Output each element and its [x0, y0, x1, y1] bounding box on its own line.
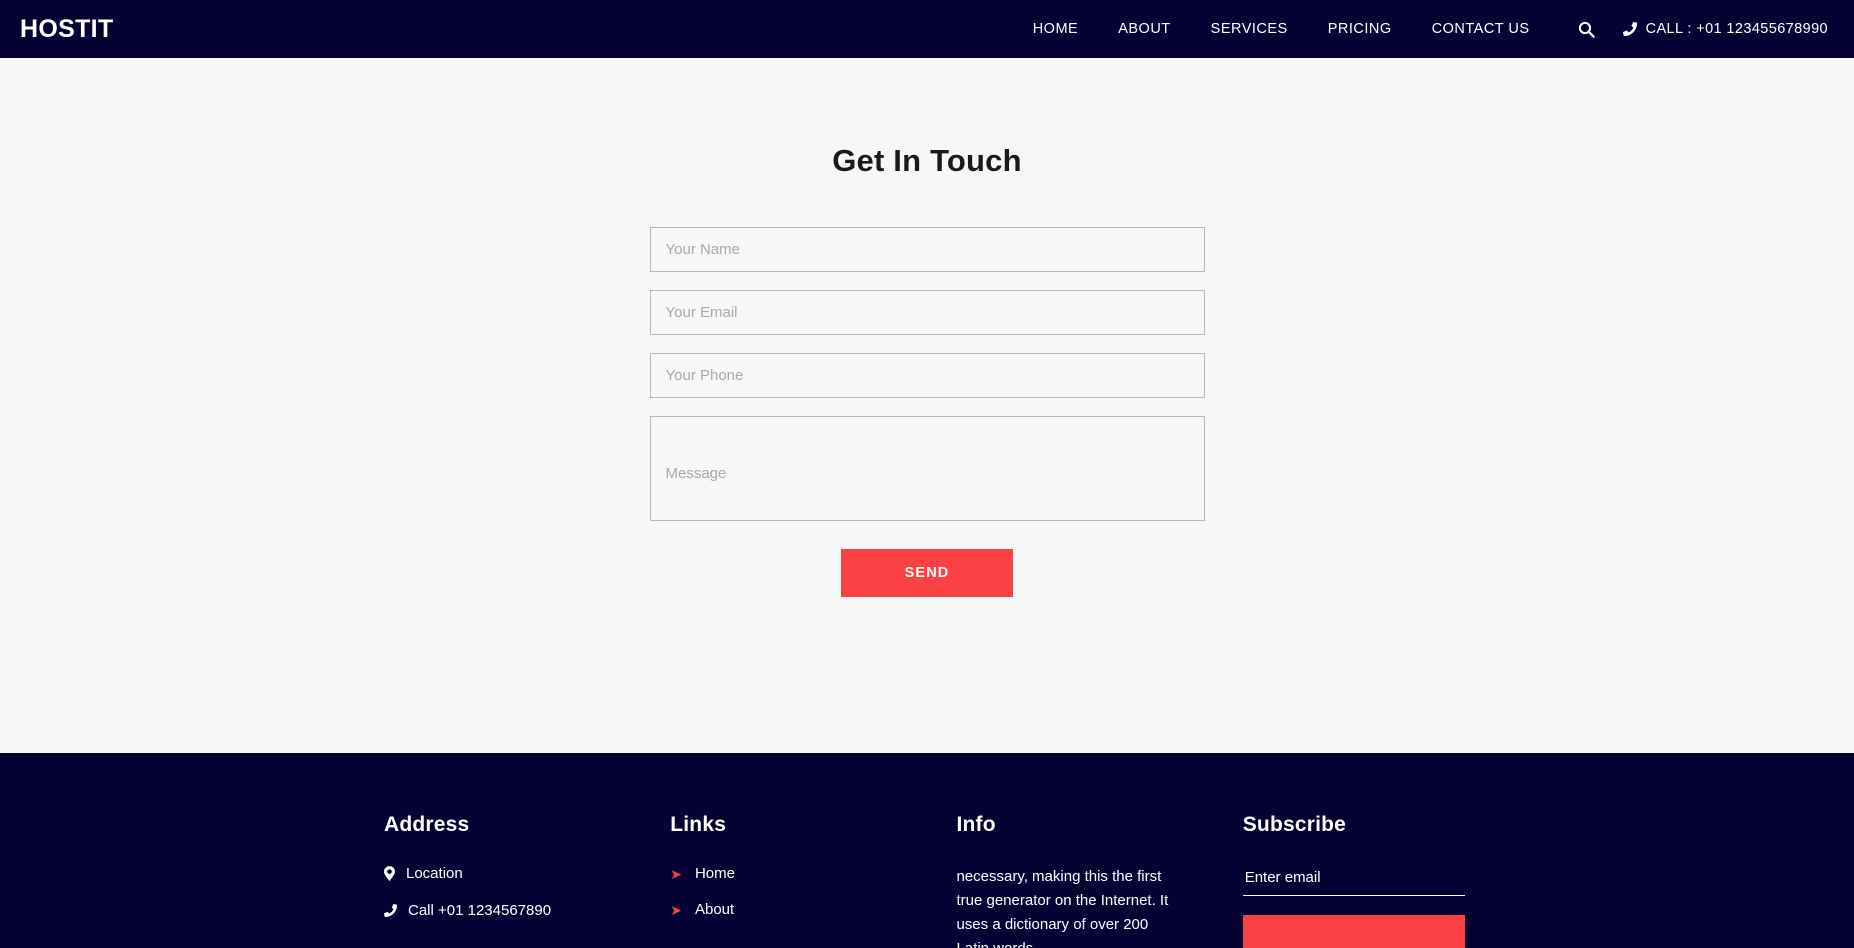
message-textarea[interactable]	[649, 416, 1205, 521]
send-button-wrapper: SEND	[650, 549, 1205, 597]
contact-form: SEND	[649, 227, 1205, 597]
footer-heading-address: Address	[384, 813, 470, 836]
send-button[interactable]: SEND	[841, 549, 1013, 597]
nav-item-contact-us[interactable]: CONTACT US	[1432, 21, 1530, 37]
site-logo[interactable]: HOSTIT	[20, 15, 113, 44]
footer-heading-info: Info	[956, 813, 996, 836]
footer-link-about-label: About	[694, 901, 735, 918]
header-call-link[interactable]: CALL : +01 123455678990	[1622, 21, 1828, 37]
nav-item-pricing[interactable]: PRICING	[1328, 21, 1392, 37]
footer-column-info: Info necessary, making this the first tr…	[956, 813, 1242, 948]
phone-input[interactable]	[649, 353, 1205, 398]
footer-link-about[interactable]: ➤ About	[670, 901, 956, 918]
footer-link-home[interactable]: ➤ Home	[670, 865, 956, 882]
footer-address-location[interactable]: Location	[384, 865, 670, 882]
header-call-label: CALL : +01 123455678990	[1645, 21, 1828, 37]
footer-column-subscribe: Subscribe	[1242, 813, 1527, 948]
footer-link-home-label: Home	[694, 865, 735, 882]
phone-icon	[384, 904, 397, 917]
nav-item-services[interactable]: SERVICES	[1211, 21, 1288, 37]
nav-item-about[interactable]: ABOUT	[1118, 21, 1170, 37]
site-header: HOSTIT HOME ABOUT SERVICES PRICING CONTA…	[0, 0, 1854, 58]
location-pin-icon	[384, 866, 395, 881]
site-footer: Address Location Call +01 1234567890 Lin…	[0, 753, 1854, 948]
subscribe-email-input[interactable]	[1242, 865, 1465, 896]
arrow-bullet-icon: ➤	[670, 865, 682, 882]
search-icon[interactable]	[1578, 21, 1595, 38]
footer-columns: Address Location Call +01 1234567890 Lin…	[327, 813, 1527, 948]
footer-column-address: Address Location Call +01 1234567890	[384, 813, 670, 948]
footer-address-phone-label: Call +01 1234567890	[408, 902, 552, 919]
nav-item-home[interactable]: HOME	[1033, 21, 1079, 37]
page-title: Get In Touch	[832, 143, 1022, 178]
name-input[interactable]	[649, 227, 1205, 272]
arrow-bullet-icon: ➤	[670, 901, 682, 918]
phone-icon	[1622, 22, 1637, 36]
main-navigation: HOME ABOUT SERVICES PRICING CONTACT US C…	[1033, 21, 1834, 38]
email-input[interactable]	[649, 290, 1205, 335]
footer-column-links: Links ➤ Home ➤ About	[670, 813, 956, 948]
subscribe-button[interactable]	[1242, 915, 1465, 948]
footer-address-location-label: Location	[406, 865, 463, 882]
footer-info-text: necessary, making this the first true ge…	[956, 868, 1169, 948]
footer-heading-links: Links	[670, 813, 727, 836]
footer-address-phone[interactable]: Call +01 1234567890	[384, 902, 670, 919]
contact-section: Get In Touch SEND	[0, 58, 1854, 753]
footer-heading-subscribe: Subscribe	[1242, 813, 1347, 836]
